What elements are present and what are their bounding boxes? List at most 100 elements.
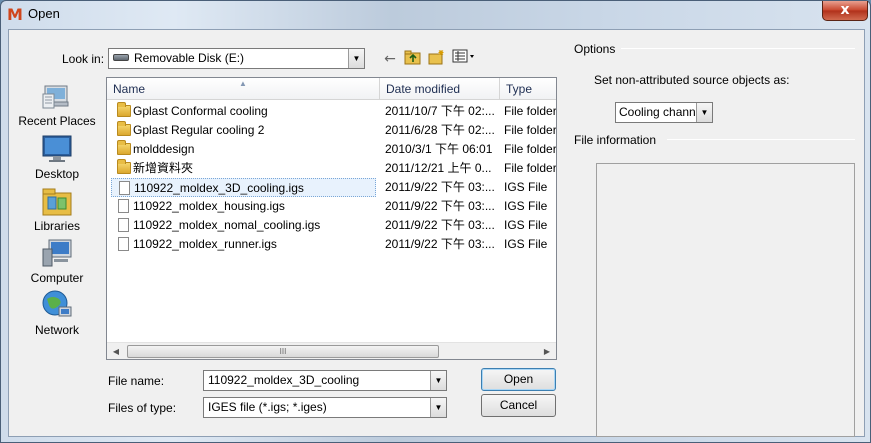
place-label: Computer [30,271,84,285]
close-button[interactable]: x [822,1,868,21]
chevron-down-icon[interactable]: ▼ [430,398,446,417]
file-type-dropdown[interactable]: IGES file (*.igs; *.iges) ▼ [203,397,447,418]
row-name-cell[interactable]: molddesign [111,140,376,159]
file-type-value: IGES file (*.igs; *.iges) [208,400,327,414]
look-in-dropdown[interactable]: Removable Disk (E:) ▼ [108,48,365,69]
place-label: Recent Places [18,114,96,128]
row-name-cell[interactable]: Gplast Conformal cooling [111,102,376,121]
row-name-cell[interactable]: Gplast Regular cooling 2 [111,121,376,140]
file-icon [118,199,129,213]
scroll-grip: III [279,347,287,356]
chevron-down-icon[interactable]: ▼ [696,103,712,122]
row-type: File folder [504,104,556,118]
place-computer[interactable]: Computer [12,237,102,285]
row-name: 110922_moldex_3D_cooling.igs [134,181,304,195]
chevron-down-icon[interactable]: ▼ [430,371,446,390]
row-type: File folder [504,123,556,137]
row-name: 110922_moldex_housing.igs [133,199,285,213]
file-name-label: File name: [108,374,165,388]
row-date: 2010/3/1 下午 06:01 [385,142,493,156]
source-objects-label: Set non-attributed source objects as: [594,73,790,87]
column-header-label: Type [506,82,533,96]
table-row[interactable]: 110922_moldex_housing.igs 2011/9/22 下午 03… [107,197,556,216]
row-date: 2011/10/7 下午 02:... [385,104,495,118]
place-desktop[interactable]: Desktop [12,133,102,181]
row-name: 110922_moldex_nomal_cooling.igs [133,218,321,232]
file-icon [118,237,129,251]
scrollbar-thumb[interactable]: III [127,345,439,358]
new-folder-icon[interactable] [427,49,447,69]
table-row[interactable]: 110922_moldex_runner.igs 2011/9/22 下午 03:… [107,235,556,254]
row-date: 2011/9/22 下午 03:... [385,237,495,251]
place-libraries[interactable]: Libraries [12,185,102,233]
cancel-button[interactable]: Cancel [481,394,556,417]
scroll-left-icon[interactable]: ◀ [109,345,123,358]
dialog-frame: M Open x Look in: Removable Disk (E:) ▼ … [0,0,871,443]
row-name: Gplast Regular cooling 2 [133,123,265,137]
desktop-icon [41,133,73,165]
source-objects-value: Cooling channel [619,105,706,119]
folder-icon [117,140,131,155]
row-name-cell[interactable]: 110922_moldex_3D_cooling.igs [111,178,376,197]
column-header-label: Date modified [386,82,461,96]
source-objects-dropdown[interactable]: Cooling channel ▼ [615,102,713,123]
folder-icon [117,121,131,136]
row-name: 110922_moldex_runner.igs [133,237,277,251]
table-row[interactable]: molddesign 2010/3/1 下午 06:01 File folder [107,140,556,159]
row-type: File folder [504,161,556,175]
libraries-icon [41,185,73,217]
file-information-divider [667,139,855,140]
file-name-input[interactable]: 110922_moldex_3D_cooling ▼ [203,370,447,391]
file-name-value: 110922_moldex_3D_cooling [208,373,360,387]
file-icon [119,181,130,195]
file-information-preview [596,163,855,437]
horizontal-scrollbar[interactable]: ◀ III ▶ [107,342,556,359]
table-row[interactable]: 110922_moldex_nomal_cooling.igs 2011/9/22… [107,216,556,235]
window-title: Open [28,6,60,21]
sort-ascending-icon: ▲ [239,79,247,88]
place-network[interactable]: Network [12,289,102,337]
table-row[interactable]: 110922_moldex_3D_cooling.igs 2011/9/22 下午… [107,178,556,197]
scroll-right-icon[interactable]: ▶ [540,345,554,358]
table-row[interactable]: 新增資料夾 2011/12/21 上午 0... File folder [107,159,556,178]
computer-icon [41,237,73,269]
up-folder-icon[interactable] [403,49,423,69]
row-name: Gplast Conformal cooling [133,104,268,118]
folder-icon [117,102,131,117]
network-icon [41,289,73,321]
open-button[interactable]: Open [481,368,556,391]
file-list[interactable]: Name ▲ Date modified Type Gplast Conform… [106,77,557,360]
place-recent-places[interactable]: Recent Places [12,80,102,128]
back-arrow-icon[interactable]: ← [380,49,400,69]
column-header-label: Name [113,82,146,96]
folder-icon [117,159,131,174]
row-name-cell[interactable]: 110922_moldex_runner.igs [111,235,376,254]
column-header-type[interactable]: Type [500,78,556,100]
column-header-name[interactable]: Name ▲ [107,78,380,100]
row-name: molddesign [133,142,195,156]
row-date: 2011/6/28 下午 02:... [385,123,495,137]
table-row[interactable]: Gplast Regular cooling 2 2011/6/28 下午 02:… [107,121,556,140]
row-date: 2011/9/22 下午 03:... [385,180,495,194]
row-date: 2011/9/22 下午 03:... [385,218,495,232]
look-in-label: Look in: [62,52,105,66]
dialog-client: Look in: Removable Disk (E:) ▼ ← Recent … [8,29,865,437]
views-menu-icon[interactable] [451,49,477,69]
look-in-value: Removable Disk (E:) [134,51,245,65]
chevron-down-icon[interactable]: ▼ [348,49,364,68]
place-label: Libraries [33,219,81,233]
row-name-cell[interactable]: 新增資料夾 [111,159,376,178]
options-divider [621,48,855,49]
row-name-cell[interactable]: 110922_moldex_housing.igs [111,197,376,216]
row-type: IGS File [504,180,548,194]
title-bar[interactable]: M Open x [1,1,870,29]
row-name-cell[interactable]: 110922_moldex_nomal_cooling.igs [111,216,376,235]
file-icon [118,218,129,232]
removable-disk-icon [113,54,129,62]
row-name: 新增資料夾 [133,161,194,175]
table-row[interactable]: Gplast Conformal cooling 2011/10/7 下午 02:… [107,102,556,121]
column-header-date[interactable]: Date modified [380,78,500,100]
row-date: 2011/9/22 下午 03:... [385,199,495,213]
row-type: IGS File [504,237,548,251]
file-type-label: Files of type: [108,401,177,415]
